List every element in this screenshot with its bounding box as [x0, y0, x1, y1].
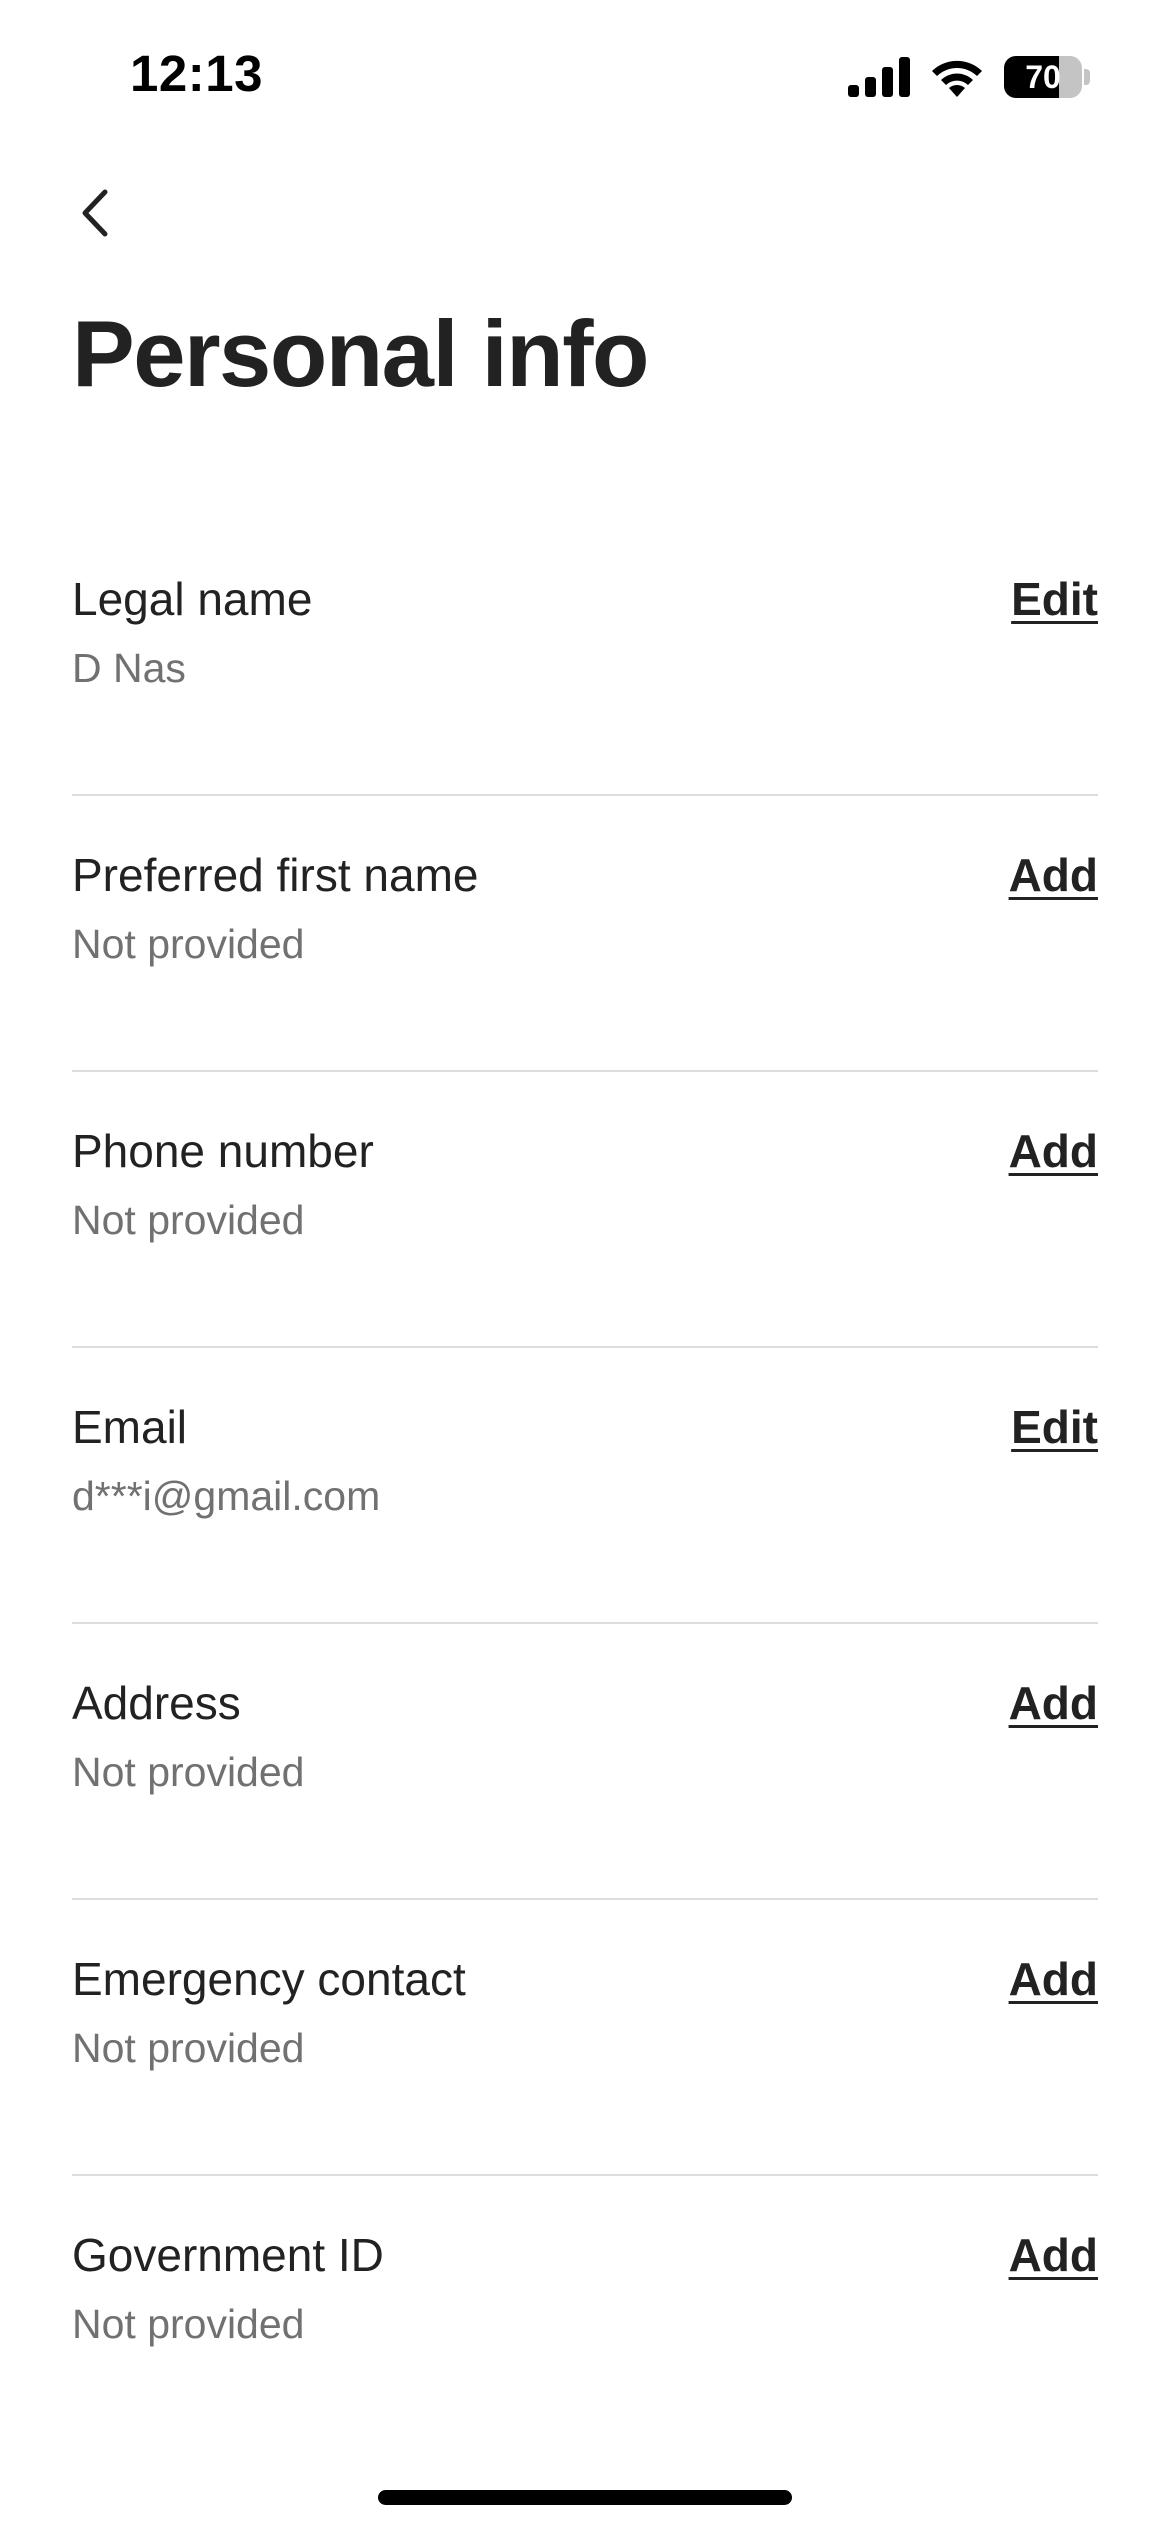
legal-name-row: Legal name D Nas Edit — [72, 520, 1098, 796]
battery-level: 70 — [1025, 59, 1061, 95]
legal-name-label: Legal name — [72, 573, 313, 625]
back-button[interactable] — [60, 178, 130, 248]
legal-name-value: D Nas — [72, 645, 186, 691]
phone-number-add-button[interactable]: Add — [1009, 1124, 1098, 1179]
address-label: Address — [72, 1677, 241, 1729]
chevron-left-icon — [82, 189, 108, 237]
phone-number-value: Not provided — [72, 1197, 305, 1243]
preferred-first-name-value: Not provided — [72, 921, 305, 967]
address-add-button[interactable]: Add — [1009, 1676, 1098, 1731]
email-edit-button[interactable]: Edit — [1011, 1400, 1098, 1455]
phone-number-row: Phone number Not provided Add — [72, 1072, 1098, 1348]
preferred-first-name-add-button[interactable]: Add — [1009, 848, 1098, 903]
preferred-first-name-label: Preferred first name — [72, 849, 479, 901]
emergency-contact-row: Emergency contact Not provided Add — [72, 1900, 1098, 2176]
wifi-icon — [932, 60, 982, 97]
status-icons: 70 — [848, 56, 1090, 98]
emergency-contact-label: Emergency contact — [72, 1953, 466, 2005]
email-label: Email — [72, 1401, 188, 1453]
page-title: Personal info — [72, 301, 649, 406]
government-id-row: Government ID Not provided Add — [72, 2176, 1098, 2452]
email-row: Email d***i@gmail.com Edit — [72, 1348, 1098, 1624]
emergency-contact-value: Not provided — [72, 2025, 305, 2071]
legal-name-edit-button[interactable]: Edit — [1011, 572, 1098, 627]
address-row: Address Not provided Add — [72, 1624, 1098, 1900]
phone-number-label: Phone number — [72, 1125, 374, 1177]
preferred-first-name-row: Preferred first name Not provided Add — [72, 796, 1098, 1072]
government-id-add-button[interactable]: Add — [1009, 2228, 1098, 2283]
emergency-contact-add-button[interactable]: Add — [1009, 1952, 1098, 2007]
address-value: Not provided — [72, 1749, 305, 1795]
personal-info-list: Legal name D Nas Edit Preferred first na… — [72, 520, 1098, 2452]
battery-icon: 70 — [1004, 56, 1090, 98]
home-indicator[interactable] — [378, 2490, 792, 2505]
email-value: d***i@gmail.com — [72, 1473, 381, 1519]
status-bar: 12:13 70 — [0, 0, 1170, 150]
status-time: 12:13 — [130, 45, 263, 102]
signal-icon — [848, 57, 910, 97]
government-id-value: Not provided — [72, 2301, 305, 2347]
government-id-label: Government ID — [72, 2229, 384, 2281]
